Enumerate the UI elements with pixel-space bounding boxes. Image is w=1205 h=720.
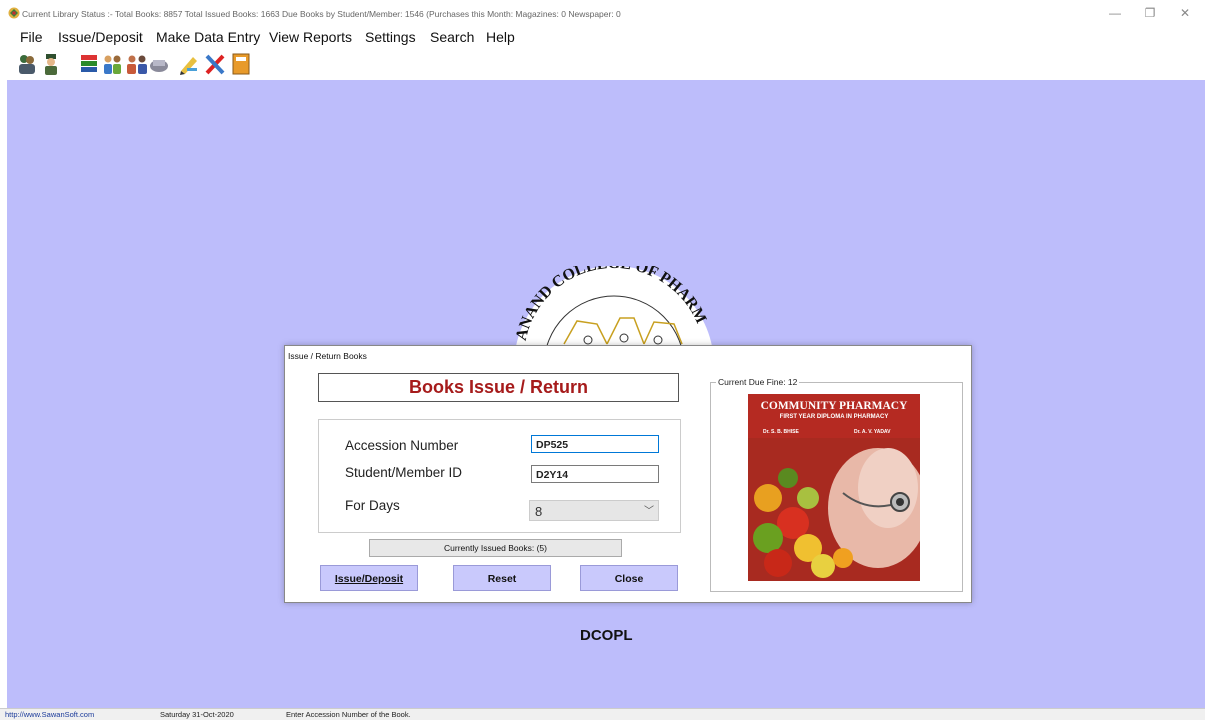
- issue-form-group: Accession Number DP525 Student/Member ID…: [318, 419, 681, 533]
- menu-file[interactable]: File: [20, 29, 43, 45]
- accession-input[interactable]: DP525: [531, 435, 659, 453]
- cover-author-1: Dr. S. B. BHISE: [763, 429, 799, 435]
- issue-deposit-button[interactable]: Issue/Deposit: [320, 565, 418, 591]
- student-icon[interactable]: [16, 52, 38, 76]
- cover-title: COMMUNITY PHARMACY: [760, 400, 908, 412]
- status-bar: http://www.SawanSoft.com Saturday 31-Oct…: [0, 708, 1205, 720]
- current-due-fine: Current Due Fine: 12: [716, 377, 800, 387]
- book-cover-image: COMMUNITY PHARMACY FIRST YEAR DIPLOMA IN…: [748, 394, 920, 581]
- menu-help[interactable]: Help: [486, 29, 515, 45]
- menu-search[interactable]: Search: [430, 29, 474, 45]
- chevron-down-icon: ﹀: [644, 506, 654, 517]
- college-logo: ANAND COLLEGE OF PHARM: [513, 266, 714, 356]
- issued-books-count: Currently Issued Books: (5): [369, 539, 622, 557]
- member-icon[interactable]: [40, 52, 62, 76]
- title-bar: Current Library Status :- Total Books: 8…: [0, 0, 1205, 26]
- dcopl-label: DCOPL: [580, 627, 633, 644]
- menu-issue-deposit[interactable]: Issue/Deposit: [58, 29, 143, 45]
- pencil-icon[interactable]: [178, 52, 200, 76]
- books-icon[interactable]: [78, 52, 100, 76]
- accession-label: Accession Number: [345, 438, 459, 453]
- dialog-heading: Books Issue / Return: [318, 373, 679, 402]
- issue-return-dialog: Issue / Return Books Books Issue / Retur…: [284, 345, 972, 603]
- menu-bar: File Issue/Deposit Make Data Entry View …: [0, 26, 1205, 48]
- status-message: Enter Accession Number of the Book.: [286, 710, 411, 719]
- close-button[interactable]: Close: [580, 565, 678, 591]
- issue-deposit-label: Issue/Deposit: [334, 573, 404, 585]
- toolbar: [0, 50, 1205, 80]
- menu-view-reports[interactable]: View Reports: [269, 29, 352, 45]
- restore-button[interactable]: ❐: [1135, 4, 1165, 22]
- dialog-title: Issue / Return Books: [288, 351, 367, 361]
- magazine-icon[interactable]: [148, 52, 170, 76]
- menu-make-data-entry[interactable]: Make Data Entry: [156, 29, 260, 45]
- status-date: Saturday 31-Oct-2020: [160, 710, 234, 719]
- member-id-input[interactable]: D2Y14: [531, 465, 659, 483]
- users-icon[interactable]: [126, 52, 148, 76]
- tools-icon[interactable]: [204, 52, 226, 76]
- minimize-button[interactable]: —: [1100, 4, 1130, 22]
- for-days-value: 8: [535, 504, 543, 519]
- reset-label: Reset: [487, 573, 517, 585]
- exit-icon[interactable]: [230, 52, 252, 76]
- reset-button[interactable]: Reset: [453, 565, 551, 591]
- cover-subtitle: FIRST YEAR DIPLOMA IN PHARMACY: [779, 414, 889, 420]
- window-title: Current Library Status :- Total Books: 8…: [22, 9, 621, 19]
- app-icon: [8, 7, 20, 19]
- close-label: Close: [614, 573, 644, 585]
- for-days-select[interactable]: 8 ﹀: [529, 500, 659, 521]
- status-url-link[interactable]: http://www.SawanSoft.com: [5, 710, 94, 719]
- menu-settings[interactable]: Settings: [365, 29, 416, 45]
- for-days-label: For Days: [345, 498, 400, 513]
- cover-artwork: [748, 438, 920, 581]
- close-window-button[interactable]: ✕: [1170, 4, 1200, 22]
- group-icon[interactable]: [102, 52, 124, 76]
- member-id-label: Student/Member ID: [345, 465, 463, 480]
- cover-author-2: Dr. A. V. YADAV: [854, 429, 891, 435]
